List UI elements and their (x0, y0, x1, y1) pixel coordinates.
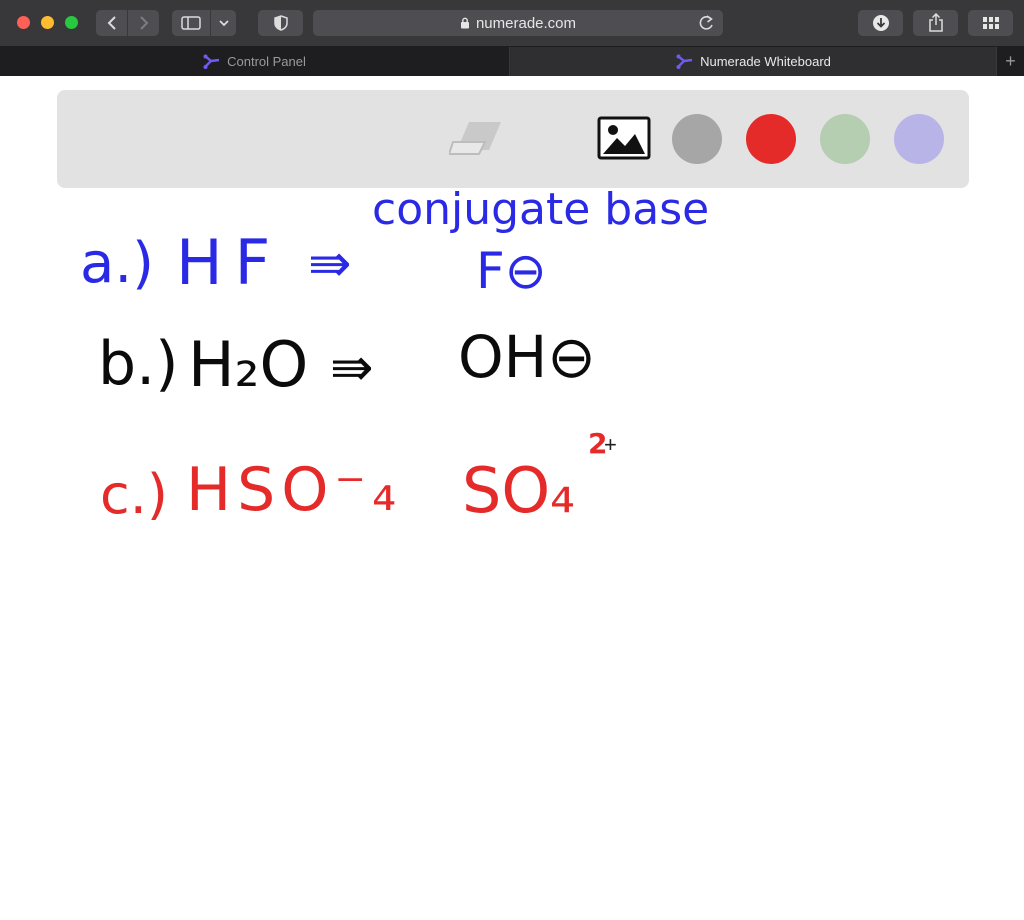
tab-label: Numerade Whiteboard (700, 54, 831, 69)
chevron-right-icon (139, 16, 148, 30)
grid-icon (982, 17, 999, 29)
image-icon (597, 116, 651, 160)
insert-image-tool[interactable] (597, 116, 651, 165)
conjugate-base-heading: conjugate base (372, 184, 710, 235)
eraser-tool[interactable] (447, 116, 505, 163)
address-bar[interactable]: numerade.com (313, 10, 723, 36)
row-c-acid: HSO⁻₄ (186, 455, 403, 525)
tab-numerade-whiteboard[interactable]: Numerade Whiteboard (511, 47, 996, 76)
url-text: numerade.com (475, 14, 577, 32)
sidebar-dropdown-button[interactable] (211, 10, 236, 36)
lock-icon (460, 17, 469, 29)
crosshair-cursor-icon: + (604, 432, 617, 457)
row-a-acid: HF (176, 226, 283, 299)
back-button[interactable] (96, 10, 127, 36)
download-icon (872, 15, 889, 31)
row-a-base: F⊖ (476, 242, 547, 300)
row-c-label: c.) (100, 463, 168, 526)
numerade-logo-icon (676, 54, 694, 70)
tab-control-panel[interactable]: Control Panel (0, 47, 510, 76)
browser-titlebar: numerade.com (0, 0, 1024, 46)
window-maximize-button[interactable] (65, 16, 78, 29)
color-swatch-gray[interactable] (672, 114, 722, 164)
color-swatch-red[interactable] (746, 114, 796, 164)
share-button[interactable] (913, 10, 958, 36)
tab-bar: Control Panel Numerade Whiteboard + (0, 46, 1024, 76)
sidebar-toggle-button[interactable] (172, 10, 210, 36)
row-b-acid: H₂O (188, 328, 309, 401)
row-a-label: a.) (80, 231, 154, 296)
row-b-base: OH⊖ (458, 323, 596, 391)
whiteboard-toolbar (57, 90, 969, 188)
chevron-left-icon (107, 16, 116, 30)
reload-icon[interactable] (697, 13, 715, 37)
new-tab-button[interactable]: + (996, 47, 1024, 76)
privacy-report-button[interactable] (258, 10, 303, 36)
row-b-label: b.) (98, 329, 179, 399)
forward-button[interactable] (128, 10, 159, 36)
tab-overview-button[interactable] (968, 10, 1013, 36)
sidebar-icon (181, 16, 201, 30)
tab-label: Control Panel (227, 54, 306, 69)
eraser-icon (447, 122, 501, 155)
window-close-button[interactable] (17, 16, 30, 29)
row-b-arrow: ⇛ (330, 338, 374, 398)
shield-icon (273, 15, 288, 31)
whiteboard-canvas[interactable]: conjugate base a.) HF ⇛ F⊖ b.) H₂O ⇛ OH⊖… (0, 188, 1024, 920)
share-icon (928, 13, 943, 32)
downloads-button[interactable] (858, 10, 903, 36)
row-c-base: SO₄ (462, 454, 576, 527)
color-swatch-purple[interactable] (894, 114, 944, 164)
color-swatch-green[interactable] (820, 114, 870, 164)
window-minimize-button[interactable] (41, 16, 54, 29)
chevron-down-icon (218, 20, 229, 27)
row-a-arrow: ⇛ (308, 234, 352, 294)
numerade-logo-icon (203, 54, 221, 70)
